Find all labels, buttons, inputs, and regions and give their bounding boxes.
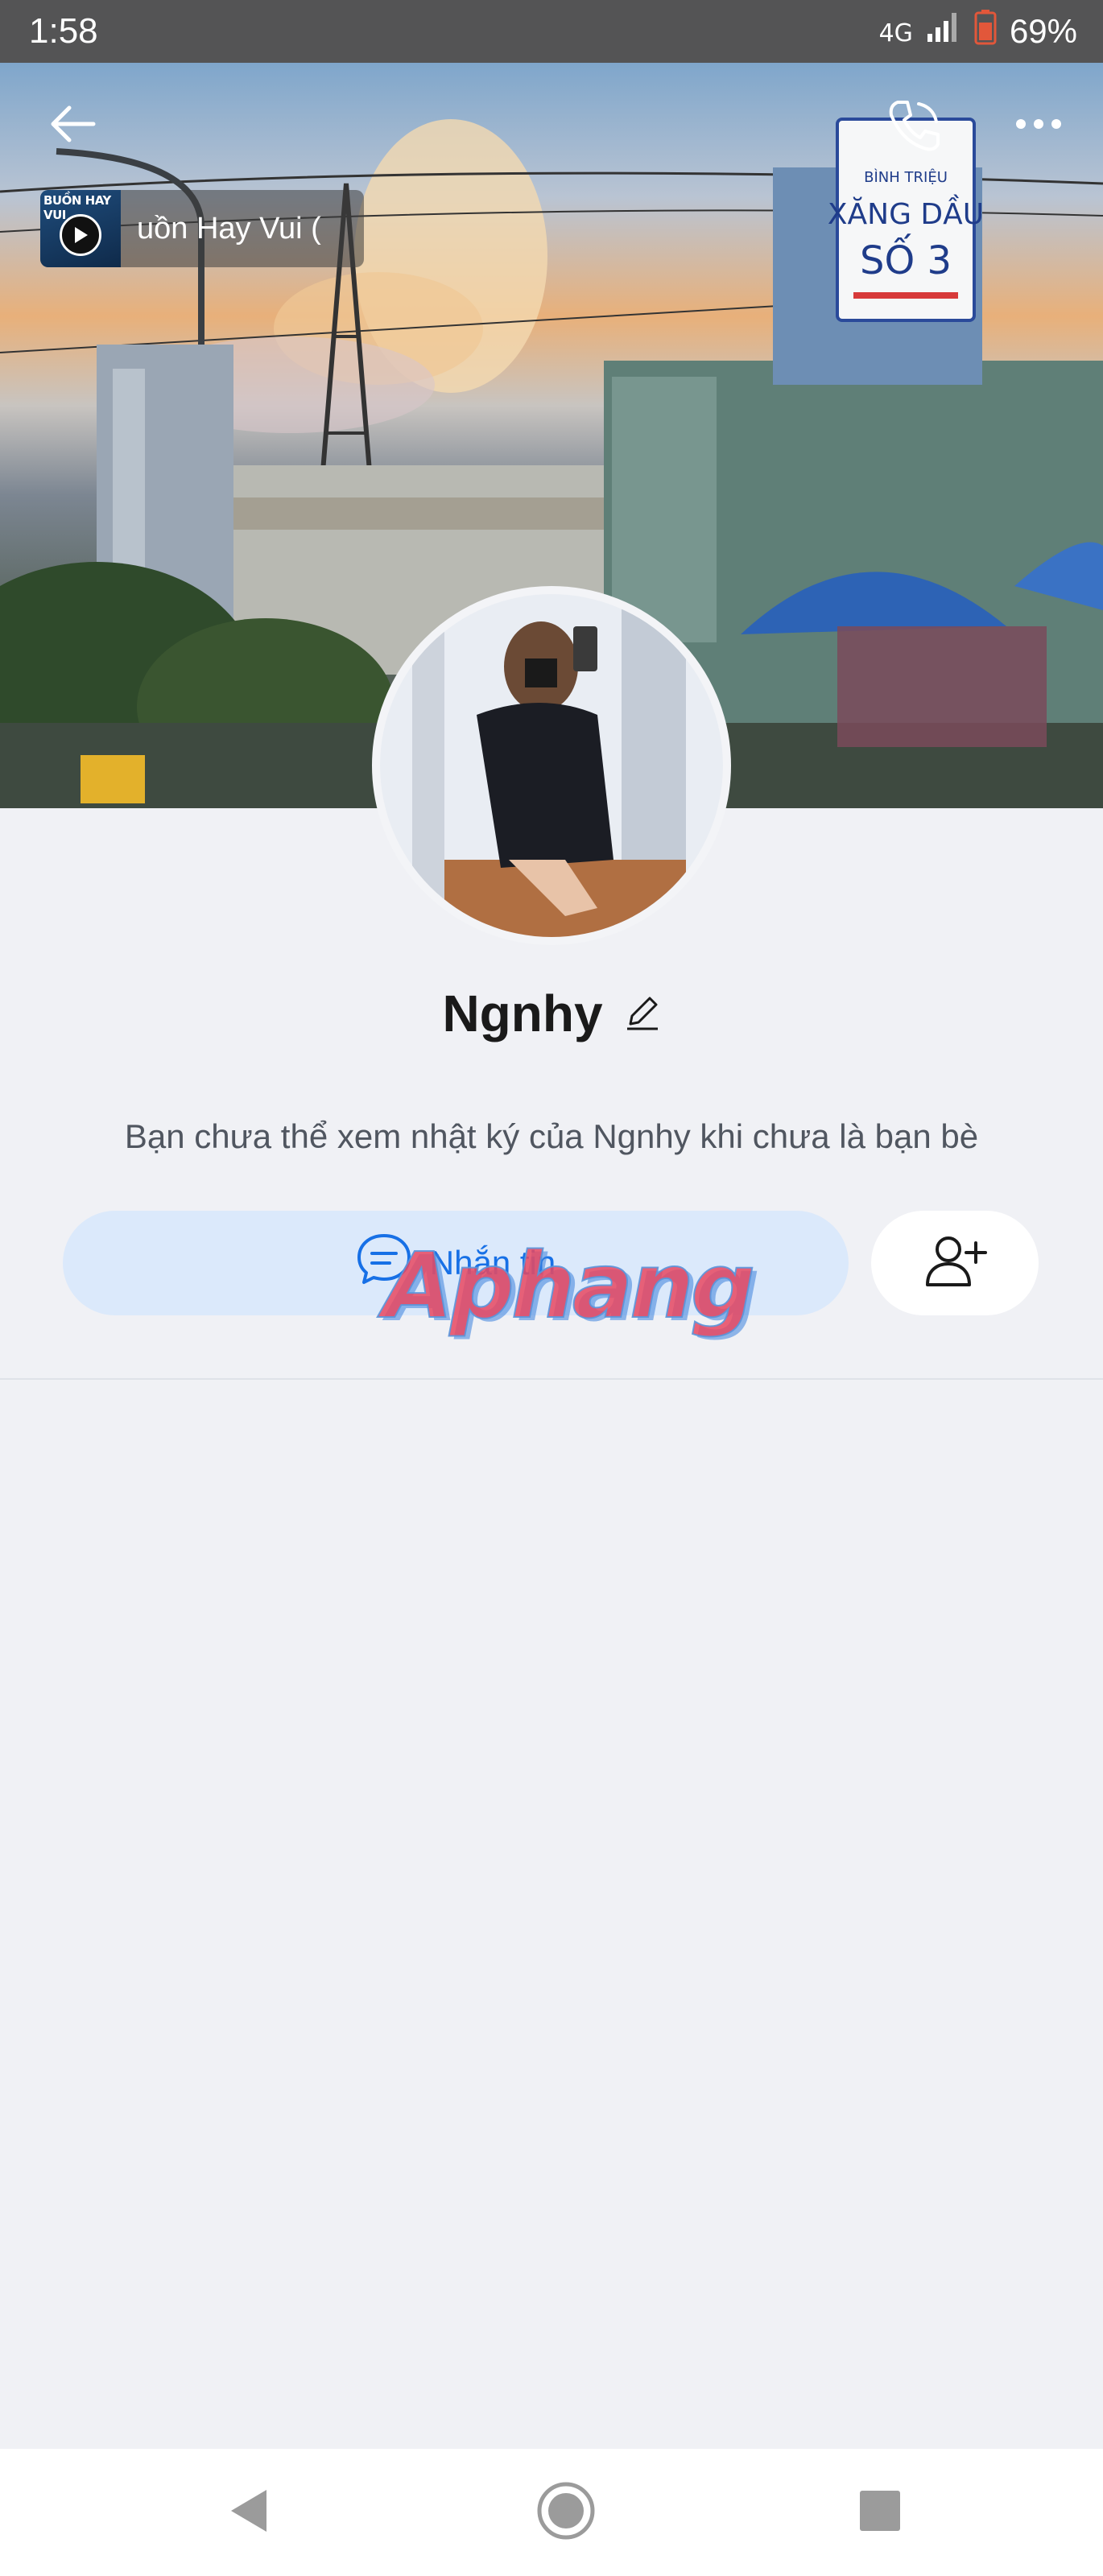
back-arrow-icon [48, 104, 97, 148]
profile-music[interactable]: BUỒN HAY VUI uồn Hay Vui ( [40, 190, 364, 267]
more-dots-icon [1014, 118, 1063, 134]
section-divider [0, 1378, 1103, 1380]
message-button-label: Nhắn tin [429, 1244, 556, 1282]
phone-icon [886, 97, 943, 158]
network-type: 4G [878, 19, 913, 47]
back-button[interactable] [32, 85, 113, 166]
nav-recents-button[interactable] [836, 2468, 924, 2557]
status-bar: 1:58 4G 69% [0, 0, 1103, 63]
battery-icon [974, 10, 997, 53]
pencil-icon[interactable] [624, 993, 661, 1034]
nav-back-button[interactable] [204, 2468, 293, 2557]
call-button[interactable] [874, 87, 955, 167]
add-user-icon [923, 1233, 987, 1294]
triangle-back-icon [226, 2487, 271, 2539]
status-time: 1:58 [29, 11, 98, 51]
music-cover-art: BUỒN HAY VUI [40, 190, 121, 267]
status-indicators: 4G 69% [879, 10, 1077, 53]
play-icon[interactable] [60, 214, 101, 256]
battery-level: 69% [1009, 12, 1077, 50]
music-title: uồn Hay Vui ( [137, 211, 321, 246]
avatar-photo [380, 594, 723, 937]
signal-icon [926, 11, 961, 52]
sign-line2: SỐ 3 [860, 233, 952, 283]
sign-line1: XĂNG DẦU [828, 194, 984, 231]
system-nav-bar [0, 2449, 1103, 2576]
sign-brand: BÌNH TRIỆU [864, 168, 948, 186]
diary-restriction-note: Bạn chưa thể xem nhật ký của Ngnhy khi c… [124, 1117, 979, 1155]
profile-page: BÌNH TRIỆU XĂNG DẦU SỐ 3 1:58 4G 69% BUỒ… [0, 0, 1103, 2576]
add-friend-button[interactable] [871, 1211, 1039, 1315]
profile-name-row: Ngnhy [0, 984, 1103, 1043]
square-recents-icon [858, 2489, 902, 2537]
message-button[interactable]: Nhắn tin [63, 1211, 849, 1315]
more-button[interactable] [998, 85, 1079, 166]
nav-home-button[interactable] [522, 2468, 610, 2557]
circle-home-icon [535, 2480, 597, 2545]
avatar[interactable] [372, 586, 731, 945]
profile-name: Ngnhy [442, 985, 603, 1042]
chat-bubble-icon [356, 1232, 412, 1294]
